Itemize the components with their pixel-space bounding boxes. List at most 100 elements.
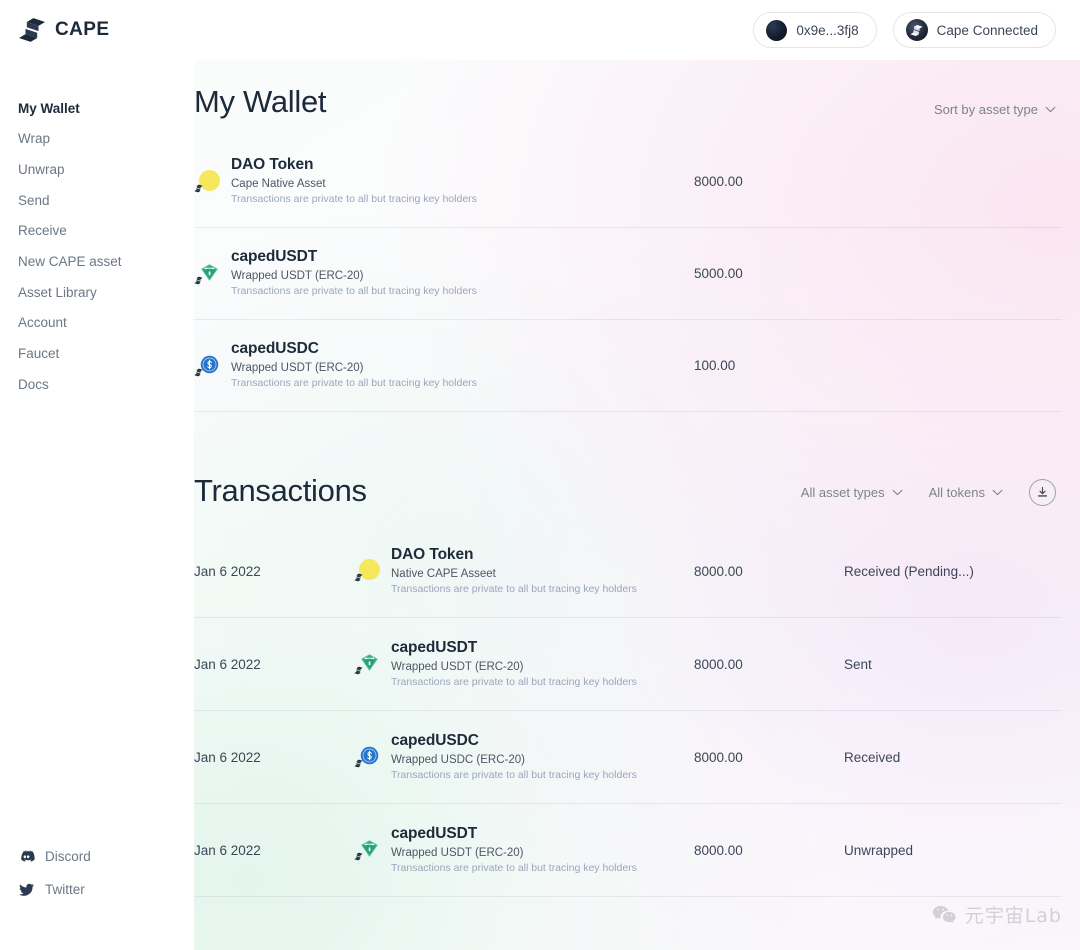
transactions-section: Transactions All asset types All tokens [194, 475, 1062, 897]
all-asset-types-label: All asset types [801, 485, 885, 500]
all-tokens-dropdown[interactable]: All tokens [929, 485, 1003, 500]
sidebar-item-unwrap[interactable]: Unwrap [18, 154, 194, 185]
token-text: DAO Token Cape Native Asset Transactions… [231, 156, 477, 206]
sidebar-item-asset-library[interactable]: Asset Library [18, 277, 194, 308]
transaction-date: Jan 6 2022 [194, 750, 354, 765]
sidebar-item-wrap[interactable]: Wrap [18, 124, 194, 155]
wallet-head-controls: Sort by asset type [934, 102, 1056, 117]
cape-logo-icon [18, 17, 46, 43]
token-text: capedUSDT Wrapped USDT (ERC-20) Transact… [391, 825, 637, 875]
sidebar-item-new-cape-asset[interactable]: New CAPE asset [18, 246, 194, 277]
all-tokens-label: All tokens [929, 485, 985, 500]
token-text: capedUSDC Wrapped USDT (ERC-20) Transact… [231, 340, 477, 390]
table-row[interactable]: Jan 6 2022 [194, 804, 1062, 897]
token-name: capedUSDT [231, 248, 477, 267]
token-name: capedUSDC [231, 340, 477, 359]
token-name: DAO Token [231, 156, 477, 175]
body-split: My Wallet Wrap Unwrap Send Receive New C… [0, 60, 1080, 950]
app-root: CAPE 0x9e...3fj8 Cape Connected [0, 0, 1080, 950]
token-privacy-note: Transactions are private to all but trac… [391, 676, 637, 689]
status-badge: Sent [844, 657, 1062, 672]
social-link-twitter-label: Twitter [45, 882, 85, 897]
tether-icon [354, 651, 380, 677]
token-cell: capedUSDT Wrapped USDT (ERC-20) Transact… [194, 248, 694, 298]
cape-connection-label: Cape Connected [937, 23, 1038, 38]
table-row[interactable]: Jan 6 2022 [194, 711, 1062, 804]
token-name: capedUSDT [391, 639, 637, 658]
top-bar: CAPE 0x9e...3fj8 Cape Connected [0, 0, 1080, 60]
token-cell: DAO Token Native CAPE Asseet Transaction… [354, 546, 694, 596]
token-text: capedUSDT Wrapped USDT (ERC-20) Transact… [391, 639, 637, 689]
brand-name: CAPE [55, 19, 109, 41]
tether-icon [194, 261, 220, 287]
sidebar-item-my-wallet[interactable]: My Wallet [18, 93, 194, 124]
page-title: My Wallet [194, 86, 326, 117]
sort-by-asset-type-label: Sort by asset type [934, 102, 1038, 117]
brand[interactable]: CAPE [18, 17, 109, 43]
token-privacy-note: Transactions are private to all but trac… [231, 377, 477, 390]
top-bar-actions: 0x9e...3fj8 Cape Connected [753, 12, 1056, 48]
social-link-discord-label: Discord [45, 849, 91, 864]
asset-amount: 5000.00 [694, 266, 844, 281]
sidebar-item-faucet[interactable]: Faucet [18, 339, 194, 370]
transaction-date: Jan 6 2022 [194, 657, 354, 672]
sort-by-asset-type-dropdown[interactable]: Sort by asset type [934, 102, 1056, 117]
twitter-icon [18, 881, 35, 898]
asset-amount: 100.00 [694, 358, 844, 373]
asset-row[interactable]: DAO Token Cape Native Asset Transactions… [194, 136, 1062, 228]
token-name: capedUSDC [391, 732, 637, 751]
all-asset-types-dropdown[interactable]: All asset types [801, 485, 903, 500]
sidebar-nav: My Wallet Wrap Unwrap Send Receive New C… [18, 93, 194, 400]
cape-connection-button[interactable]: Cape Connected [893, 12, 1056, 48]
token-subtitle: Wrapped USDT (ERC-20) [231, 361, 477, 375]
token-privacy-note: Transactions are private to all but trac… [391, 769, 637, 782]
token-cell: capedUSDC Wrapped USDC (ERC-20) Transact… [354, 732, 694, 782]
transactions-section-header: Transactions All asset types All tokens [194, 475, 1062, 506]
dao-token-icon [194, 169, 220, 195]
social-link-twitter[interactable]: Twitter [18, 881, 194, 898]
token-cell: capedUSDC Wrapped USDT (ERC-20) Transact… [194, 340, 694, 390]
chevron-down-icon [892, 489, 903, 496]
token-subtitle: Native CAPE Asseet [391, 567, 637, 581]
sidebar-item-docs[interactable]: Docs [18, 369, 194, 400]
sidebar-item-send[interactable]: Send [18, 185, 194, 216]
asset-amount: 8000.00 [694, 174, 844, 189]
cape-logo-icon [354, 666, 363, 675]
social-link-discord[interactable]: Discord [18, 848, 194, 865]
main-content: My Wallet Sort by asset type [194, 60, 1080, 950]
download-icon [1036, 486, 1049, 499]
transaction-list: Jan 6 2022 [194, 525, 1062, 897]
wallet-section: My Wallet Sort by asset type [194, 86, 1062, 412]
main-inner: My Wallet Sort by asset type [194, 86, 1062, 897]
cape-logo-icon [194, 368, 203, 377]
token-name: DAO Token [391, 546, 637, 565]
token-text: DAO Token Native CAPE Asseet Transaction… [391, 546, 637, 596]
token-privacy-note: Transactions are private to all but trac… [231, 285, 477, 298]
status-badge: Received [844, 750, 1062, 765]
token-cell: DAO Token Cape Native Asset Transactions… [194, 156, 694, 206]
usdc-icon [354, 744, 380, 770]
cape-logo-icon [354, 573, 363, 582]
sidebar-social-links: Discord Twitter [18, 848, 194, 932]
sidebar-item-account[interactable]: Account [18, 308, 194, 339]
asset-row[interactable]: capedUSDT Wrapped USDT (ERC-20) Transact… [194, 228, 1062, 320]
token-subtitle: Wrapped USDT (ERC-20) [231, 269, 477, 283]
tether-icon [354, 837, 380, 863]
status-badge: Received (Pending...) [844, 564, 1062, 579]
account-address-label: 0x9e...3fj8 [796, 23, 858, 38]
transaction-date: Jan 6 2022 [194, 564, 354, 579]
sidebar-item-receive[interactable]: Receive [18, 216, 194, 247]
transactions-title: Transactions [194, 475, 367, 506]
export-transactions-button[interactable] [1029, 479, 1056, 506]
asset-row[interactable]: capedUSDC Wrapped USDT (ERC-20) Transact… [194, 320, 1062, 412]
table-row[interactable]: Jan 6 2022 [194, 525, 1062, 618]
account-address-button[interactable]: 0x9e...3fj8 [753, 12, 876, 48]
chevron-down-icon [992, 489, 1003, 496]
token-cell: capedUSDT Wrapped USDT (ERC-20) Transact… [354, 825, 694, 875]
cape-logo-icon [906, 19, 928, 41]
transaction-amount: 8000.00 [694, 564, 844, 579]
cape-logo-icon [354, 852, 363, 861]
transaction-date: Jan 6 2022 [194, 843, 354, 858]
token-subtitle: Cape Native Asset [231, 177, 477, 191]
table-row[interactable]: Jan 6 2022 [194, 618, 1062, 711]
